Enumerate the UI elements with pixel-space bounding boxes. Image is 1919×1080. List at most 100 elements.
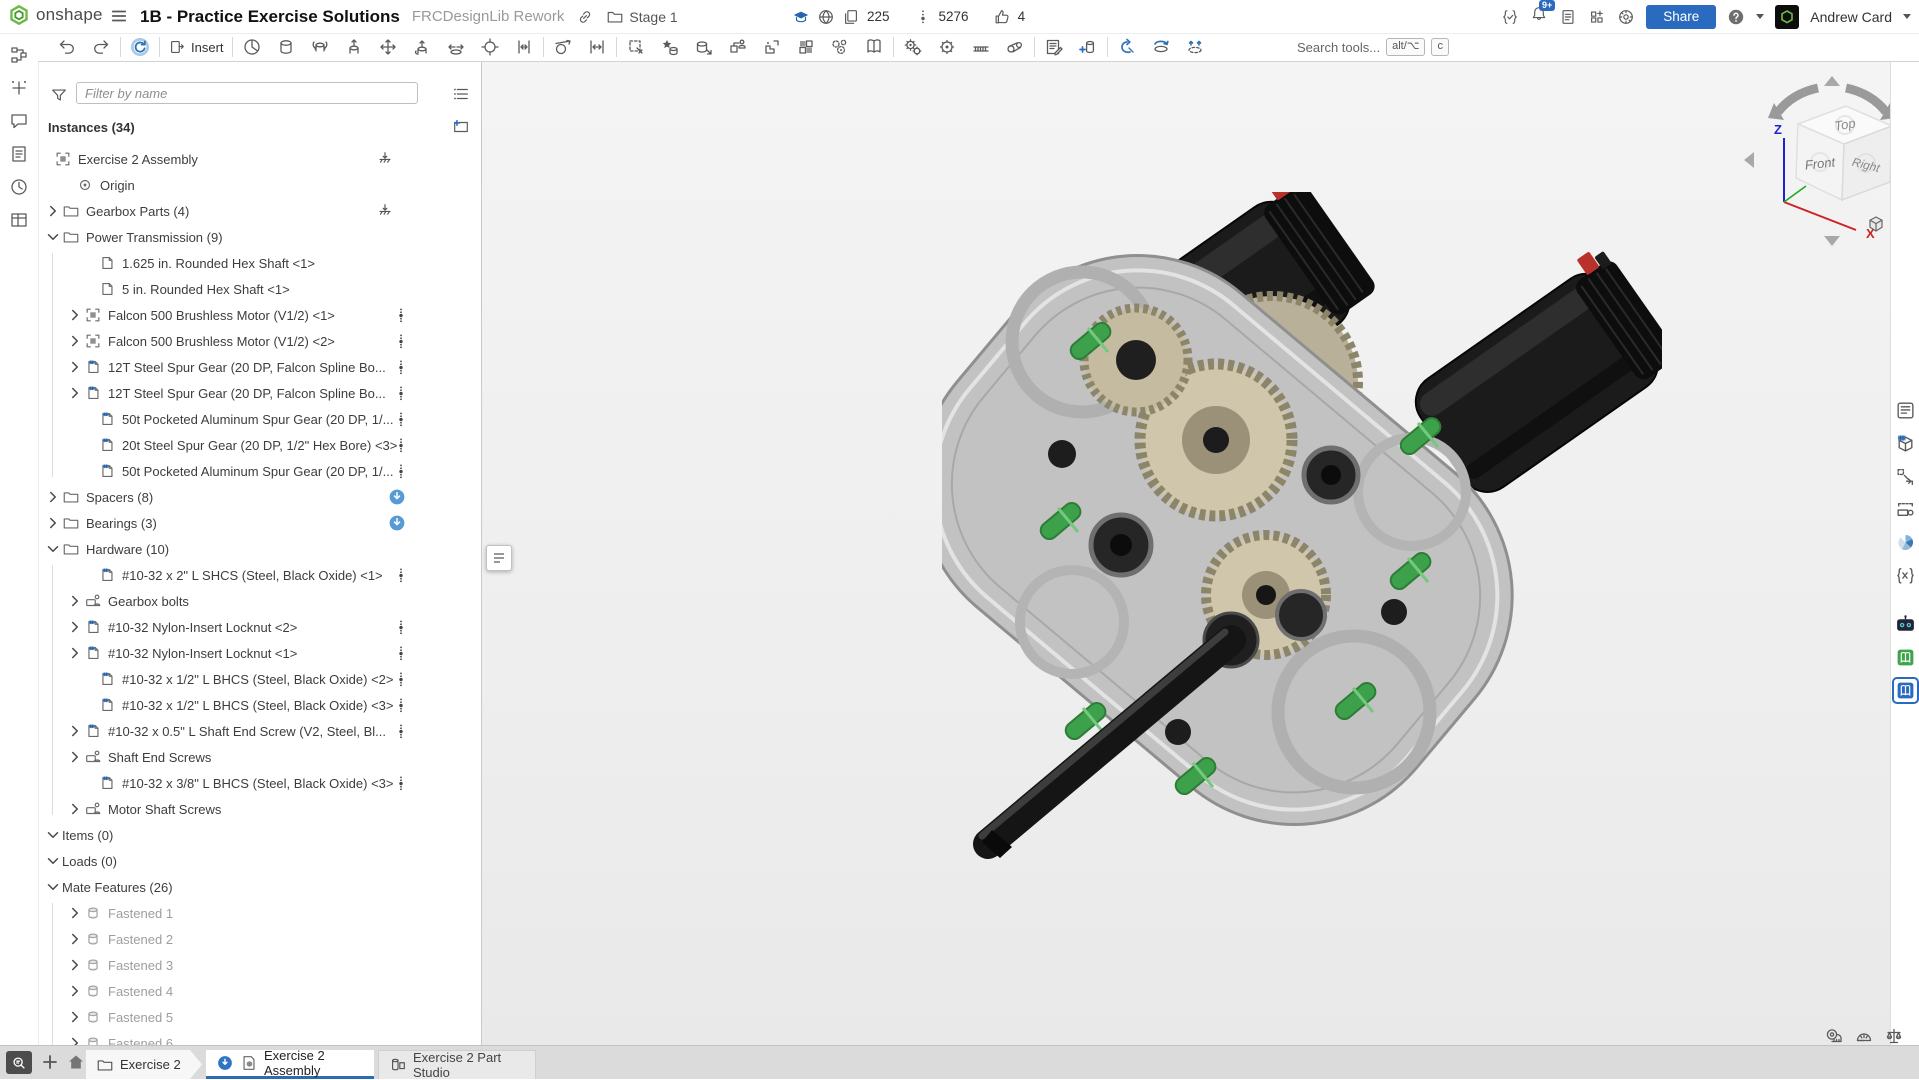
insert-button[interactable]: Insert xyxy=(168,38,224,56)
chev-right-icon[interactable] xyxy=(44,202,62,220)
undo-button[interactable] xyxy=(56,36,78,58)
cylindrical-mate-button[interactable] xyxy=(411,36,433,58)
dots-badge-icon[interactable] xyxy=(392,410,410,428)
chev-down-icon[interactable] xyxy=(44,878,62,896)
redo-button[interactable] xyxy=(90,36,112,58)
tree-row[interactable]: 12T Steel Spur Gear (20 DP, Falcon Splin… xyxy=(38,354,481,380)
tree-row[interactable]: Falcon 500 Brushless Motor (V1/2) <2> xyxy=(38,328,481,354)
dots-badge-icon[interactable] xyxy=(392,462,410,480)
section-view-button[interactable] xyxy=(1116,36,1138,58)
tree-row[interactable]: Items (0) xyxy=(38,822,481,848)
planar-mate-button[interactable] xyxy=(377,36,399,58)
chev-right-icon[interactable] xyxy=(66,1008,84,1026)
pinwheel-icon[interactable] xyxy=(1895,532,1916,553)
comments-icon[interactable] xyxy=(9,111,29,131)
dots-badge-icon[interactable] xyxy=(392,774,410,792)
home-tab-icon[interactable] xyxy=(66,1052,86,1072)
book-blue-icon[interactable] xyxy=(1895,680,1916,701)
chev-right-icon[interactable] xyxy=(66,800,84,818)
tasks-icon[interactable] xyxy=(1559,8,1577,26)
dots-badge-icon[interactable] xyxy=(392,384,410,402)
chev-right-icon[interactable] xyxy=(66,384,84,402)
slider-mate-button[interactable] xyxy=(343,36,365,58)
chev-down-icon[interactable] xyxy=(44,228,62,246)
tree-row[interactable]: Spacers (8) xyxy=(38,484,481,510)
in-context-icon[interactable] xyxy=(1895,466,1916,487)
feature-list-icon[interactable] xyxy=(1895,400,1916,421)
dots-badge-icon[interactable] xyxy=(392,358,410,376)
breadcrumb[interactable]: Stage 1 xyxy=(606,8,677,26)
dots-badge-icon[interactable] xyxy=(392,696,410,714)
rack-relation-button[interactable] xyxy=(970,36,992,58)
gearbox-assembly-render[interactable] xyxy=(942,192,1662,882)
chev-right-icon[interactable] xyxy=(66,982,84,1000)
robot-app-icon[interactable] xyxy=(1895,614,1916,635)
chev-right-icon[interactable] xyxy=(66,618,84,636)
tree-row[interactable]: Bearings (3) xyxy=(38,510,481,536)
rail-insert-icon[interactable] xyxy=(9,78,29,98)
panel-flyout-handle[interactable] xyxy=(486,545,512,571)
dots-badge-icon[interactable] xyxy=(392,306,410,324)
rotate-view-button[interactable] xyxy=(129,36,151,58)
chev-right-icon[interactable] xyxy=(66,722,84,740)
tree-row[interactable]: Fastened 1 xyxy=(38,900,481,926)
tree-row[interactable]: Power Transmission (9) xyxy=(38,224,481,250)
tab-exercise-2-assembly[interactable]: Exercise 2 Assembly xyxy=(206,1050,374,1079)
tree-row[interactable]: Fastened 4 xyxy=(38,978,481,1004)
filter-input[interactable] xyxy=(76,82,418,104)
chev-right-icon[interactable] xyxy=(44,514,62,532)
like-icon[interactable] xyxy=(993,8,1011,26)
help-icon[interactable] xyxy=(1727,8,1745,26)
tree-row[interactable]: #10-32 x 3/8" L BHCS (Steel, Black Oxide… xyxy=(38,770,481,796)
tree-row[interactable]: Mate Features (26) xyxy=(38,874,481,900)
belt-relation-button[interactable] xyxy=(1004,36,1026,58)
bom-cube-icon[interactable] xyxy=(1895,433,1916,454)
chev-down-icon[interactable] xyxy=(44,826,62,844)
tree-row[interactable]: Fastened 6 xyxy=(38,1030,481,1046)
tree-row[interactable]: Gearbox bolts xyxy=(38,588,481,614)
chev-right-icon[interactable] xyxy=(66,644,84,662)
search-tools[interactable]: Search tools... alt/⌥ c xyxy=(1297,33,1449,61)
tree-row[interactable]: Motor Shaft Screws xyxy=(38,796,481,822)
chev-right-icon[interactable] xyxy=(66,748,84,766)
tree-row[interactable]: Fastened 3 xyxy=(38,952,481,978)
dots-badge-icon[interactable] xyxy=(392,332,410,350)
selection-tools-button[interactable] xyxy=(625,36,647,58)
tree-row[interactable]: Loads (0) xyxy=(38,848,481,874)
chev-down-icon[interactable] xyxy=(44,852,62,870)
parallel-mate-button[interactable] xyxy=(513,36,535,58)
fx-icon[interactable] xyxy=(1895,565,1916,586)
group-button[interactable] xyxy=(275,36,297,58)
tree-row[interactable]: #10-32 x 1/2" L BHCS (Steel, Black Oxide… xyxy=(38,666,481,692)
derived-button[interactable] xyxy=(693,36,715,58)
balance-scale-icon[interactable] xyxy=(1884,1026,1904,1046)
pattern-linear-button[interactable] xyxy=(761,36,783,58)
chev-right-icon[interactable] xyxy=(66,956,84,974)
tree-row[interactable]: 50t Pocketed Aluminum Spur Gear (20 DP, … xyxy=(38,406,481,432)
apps-icon[interactable] xyxy=(1588,8,1606,26)
tree-row[interactable]: #10-32 Nylon-Insert Locknut <1> xyxy=(38,640,481,666)
add-tab-icon[interactable] xyxy=(40,1052,60,1072)
chev-right-icon[interactable] xyxy=(66,904,84,922)
revolute-mate-button[interactable] xyxy=(309,36,331,58)
bom-edit-button[interactable] xyxy=(1043,36,1065,58)
dots-badge-icon[interactable] xyxy=(392,566,410,584)
tangent-mate-button[interactable] xyxy=(552,36,574,58)
avatar[interactable] xyxy=(1775,5,1799,29)
dots-badge-icon[interactable] xyxy=(392,644,410,662)
link-icon[interactable] xyxy=(576,8,594,26)
history-icon[interactable] xyxy=(9,177,29,197)
chev-right-icon[interactable] xyxy=(44,488,62,506)
dots-badge-icon[interactable] xyxy=(392,722,410,740)
tree-row[interactable]: Fastened 5 xyxy=(38,1004,481,1030)
onshape-logo[interactable]: onshape xyxy=(8,4,103,26)
tree-row[interactable]: Fastened 2 xyxy=(38,926,481,952)
tree-row[interactable]: Falcon 500 Brushless Motor (V1/2) <1> xyxy=(38,302,481,328)
pin-slot-mate-button[interactable] xyxy=(445,36,467,58)
learning-assistant-icon[interactable] xyxy=(1617,8,1635,26)
tree-row[interactable]: Shaft End Screws xyxy=(38,744,481,770)
tree-row[interactable]: 50t Pocketed Aluminum Spur Gear (20 DP, … xyxy=(38,458,481,484)
feature-gears-button[interactable] xyxy=(902,36,924,58)
named-views-button[interactable] xyxy=(863,36,885,58)
dots-badge-icon[interactable] xyxy=(392,436,410,454)
